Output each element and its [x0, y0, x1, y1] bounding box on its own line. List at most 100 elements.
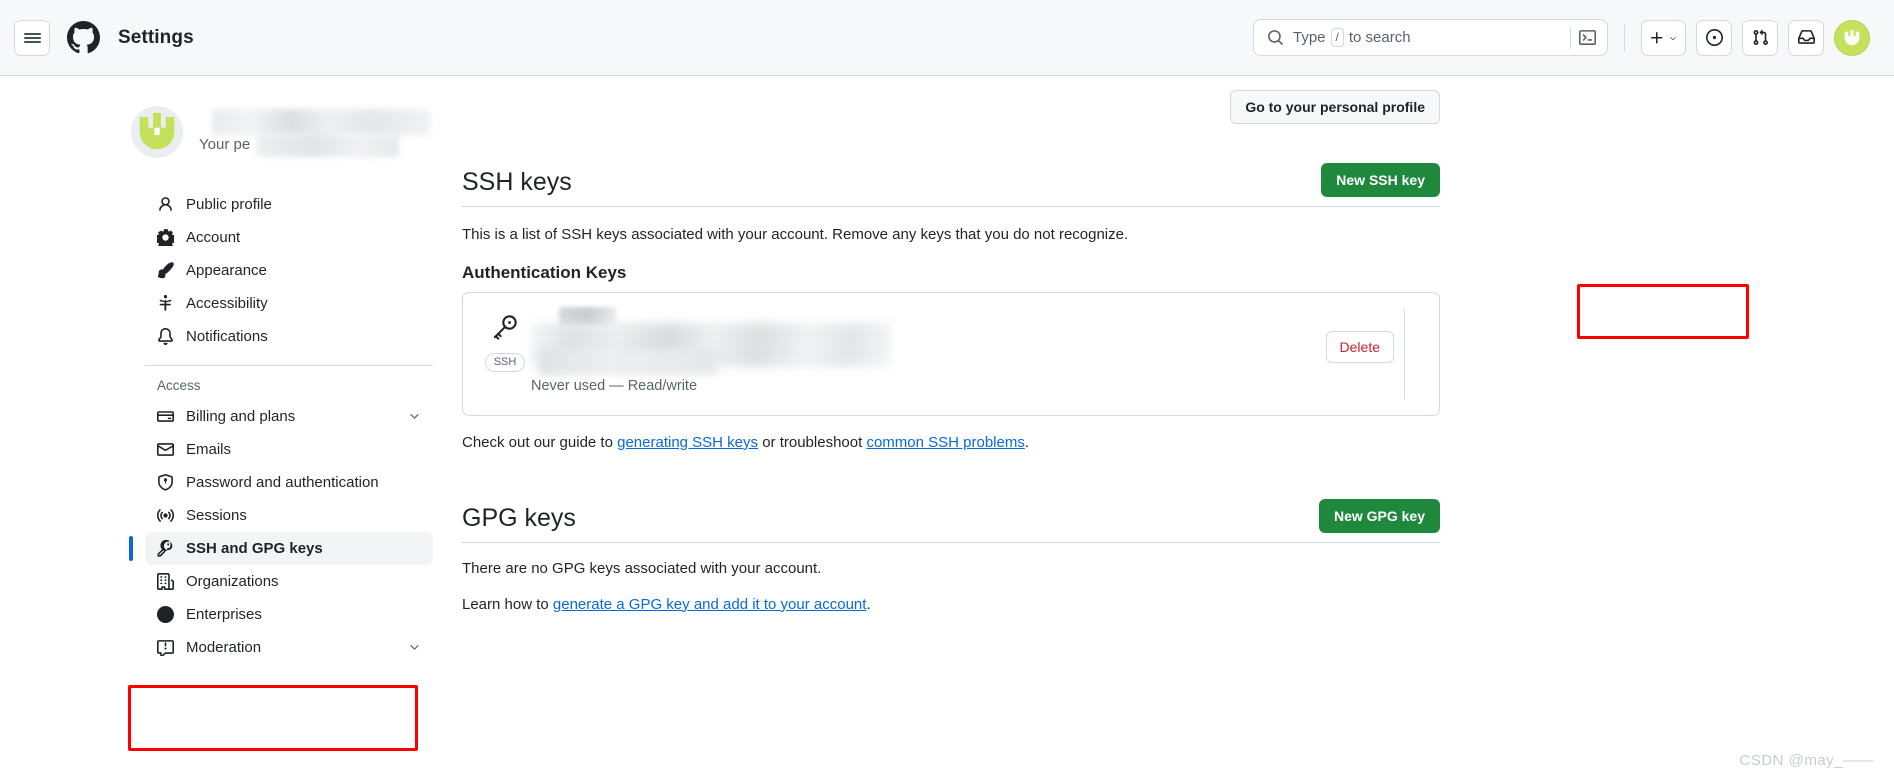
sidebar-item-label: Notifications [186, 328, 268, 345]
chevron-down-icon [1670, 36, 1676, 40]
broadcast-icon [157, 507, 174, 524]
globe-icon [157, 606, 174, 623]
github-logo-icon[interactable] [67, 21, 100, 54]
sidebar-item-label: Organizations [186, 573, 279, 590]
ssh-key-details: Never used — Read/write [531, 306, 1326, 399]
ssh-keys-description: This is a list of SSH keys associated wi… [462, 226, 1129, 243]
common-ssh-problems-link[interactable]: common SSH problems [866, 434, 1024, 451]
sidebar-item-password-and-authentication[interactable]: Password and authentication [145, 466, 433, 499]
header-divider [1624, 24, 1625, 51]
sidebar-item-label: Accessibility [186, 295, 268, 312]
gpg-learn-suffix: . [866, 595, 871, 613]
ssh-key-card-left: SSH [479, 309, 531, 373]
sidebar-item-appearance[interactable]: Appearance [145, 254, 433, 287]
key-icon [490, 312, 520, 347]
organization-icon [157, 573, 174, 590]
credit-card-icon [157, 408, 174, 425]
sidebar-item-enterprises[interactable]: Enterprises [145, 598, 433, 631]
ssh-guide-middle-text: or troubleshoot [762, 433, 863, 451]
pull-requests-button[interactable] [1742, 19, 1778, 56]
new-gpg-key-button[interactable]: New GPG key [1318, 498, 1440, 533]
mail-icon [157, 441, 174, 458]
generating-ssh-keys-link[interactable]: generating SSH keys [617, 434, 758, 451]
shield-lock-icon [157, 474, 174, 491]
hamburger-menu-button[interactable] [14, 19, 50, 56]
search-divider [1570, 26, 1571, 49]
sidebar-item-label: Appearance [186, 262, 267, 279]
search-placeholder-prefix: Type [1293, 29, 1326, 46]
inbox-icon [1797, 30, 1815, 44]
ssh-guide-suffix: . [1024, 433, 1030, 451]
sidebar-nav-access: Billing and plans Emails Password and au… [129, 400, 433, 664]
sidebar-item-label: Public profile [186, 196, 272, 213]
gpg-keys-title: GPG keys [462, 503, 576, 532]
slash-key-hint: / [1330, 28, 1344, 47]
sidebar-item-label: Account [186, 229, 241, 246]
sidebar-item-label: Emails [186, 441, 232, 458]
app-header: Settings Type / to search [0, 0, 1894, 76]
watermark: CSDN @may_—— [1739, 752, 1874, 769]
profile-actions: Go to your personal profile [462, 90, 1440, 124]
page-body: Your pe Public profile Account Appearanc… [0, 76, 1894, 777]
profile-summary: Your pe [131, 106, 430, 158]
sidebar-item-notifications[interactable]: Notifications [145, 320, 433, 353]
person-icon [157, 196, 174, 213]
header-actions: Type / to search [1253, 19, 1870, 56]
sidebar-item-label: Enterprises [186, 606, 262, 623]
ssh-keys-title: SSH keys [462, 168, 572, 196]
sidebar-item-accessibility[interactable]: Accessibility [145, 287, 433, 320]
settings-sidebar: Your pe Public profile Account Appearanc… [0, 106, 433, 777]
sidebar-item-ssh-and-gpg-keys[interactable]: SSH and GPG keys [129, 532, 433, 565]
plus-icon [1651, 31, 1663, 43]
sidebar-item-public-profile[interactable]: Public profile [145, 188, 433, 221]
ssh-key-card-divider [1404, 308, 1405, 399]
ssh-guide-prefix: Check out our guide to [462, 433, 613, 451]
issues-button[interactable] [1696, 19, 1732, 56]
new-ssh-key-button[interactable]: New SSH key [1321, 163, 1440, 197]
go-to-personal-profile-button[interactable]: Go to your personal profile [1230, 90, 1440, 124]
avatar-icon [131, 106, 183, 158]
sidebar-item-account[interactable]: Account [145, 221, 433, 254]
redaction-overlay-subtitle [257, 133, 399, 158]
gpg-learn-line: Learn how to generate a GPG key and add … [462, 596, 1440, 613]
search-placeholder-suffix: to search [1348, 29, 1411, 46]
sidebar-item-label: Moderation [186, 639, 262, 656]
user-avatar-button[interactable] [1834, 19, 1870, 56]
profile-subtitle: Your pe [199, 136, 251, 154]
gear-icon [157, 229, 174, 246]
ssh-guide-line: Check out our guide to generating SSH ke… [462, 434, 1440, 451]
bell-icon [157, 328, 174, 345]
paintbrush-icon [157, 262, 174, 279]
search-icon [1267, 29, 1284, 46]
redaction-overlay-key-added [539, 348, 717, 375]
generate-gpg-key-link[interactable]: generate a GPG key and add it to your ac… [553, 596, 867, 613]
inbox-button[interactable] [1788, 19, 1824, 56]
issue-opened-icon [1705, 29, 1723, 46]
sidebar-item-label: SSH and GPG keys [186, 540, 323, 557]
delete-ssh-key-button[interactable]: Delete [1325, 330, 1394, 363]
sidebar-item-label: Sessions [186, 507, 247, 524]
sidebar-item-emails[interactable]: Emails [145, 433, 433, 466]
report-icon [157, 639, 174, 656]
sidebar-item-billing-and-plans[interactable]: Billing and plans [145, 400, 433, 433]
gpg-empty-message: There are no GPG keys associated with yo… [462, 559, 822, 577]
terminal-icon[interactable] [1579, 29, 1598, 46]
sidebar-group-title-access: Access [157, 378, 201, 393]
sidebar-item-organizations[interactable]: Organizations [145, 565, 433, 598]
profile-text: Your pe [199, 109, 430, 158]
annotation-rect-new-ssh-key [1577, 284, 1749, 339]
key-icon [157, 540, 174, 557]
search-input[interactable]: Type / to search [1253, 19, 1608, 56]
sidebar-item-sessions[interactable]: Sessions [145, 499, 433, 532]
sidebar-nav-primary: Public profile Account Appearance Access… [157, 188, 420, 353]
authentication-keys-heading: Authentication Keys [462, 262, 627, 282]
hamburger-icon [23, 31, 41, 45]
ssh-key-card: SSH Never used — Read/write Delete [462, 291, 1440, 416]
redaction-overlay-username [212, 109, 430, 136]
avatar[interactable] [131, 106, 183, 158]
sidebar-item-moderation[interactable]: Moderation [145, 631, 433, 664]
create-new-button[interactable] [1641, 19, 1686, 56]
avatar-icon [1844, 29, 1860, 45]
sidebar-divider [145, 365, 433, 366]
ssh-badge: SSH [484, 352, 526, 373]
